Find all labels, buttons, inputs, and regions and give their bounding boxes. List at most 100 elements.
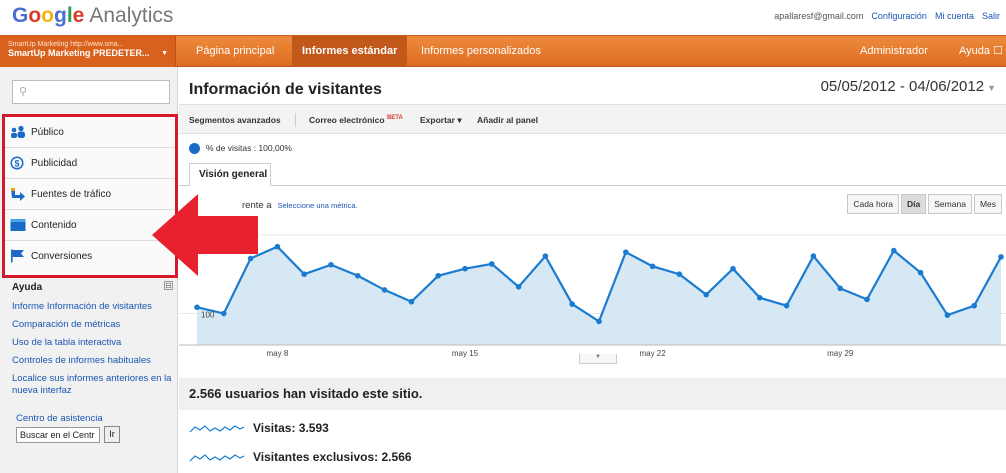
toolbar-divider (295, 113, 296, 127)
granularity-selector: Cada hora Día Semana Mes (845, 194, 1002, 214)
help-search-button[interactable]: Ir (104, 426, 120, 443)
sidebar-item-label: Público (31, 127, 64, 138)
data-point (542, 253, 549, 259)
sparkline-icon (189, 425, 245, 433)
data-point (944, 312, 951, 318)
help-heading: Ayuda (12, 282, 43, 293)
summary-text: 2.566 usuarios han visitado este sitio. (189, 386, 423, 401)
granularity-hourly-button[interactable]: Cada hora (847, 194, 900, 214)
tab-standard-reports[interactable]: Informes estándar (292, 36, 408, 67)
export-button[interactable]: Exportar ▾ (420, 115, 462, 126)
data-point (676, 271, 683, 277)
advanced-segments-button[interactable]: Segmentos avanzados (189, 115, 281, 125)
date-range-text: 05/05/2012 - 04/06/2012 (820, 78, 985, 95)
granularity-day-button[interactable]: Día (901, 194, 927, 214)
visits-line-chart: 200100may 8may 15may 22may 29 (179, 232, 1006, 358)
chart-area (197, 246, 1001, 345)
red-arrow-annotation (152, 194, 258, 276)
data-point (301, 271, 307, 277)
data-point (355, 272, 361, 279)
help-link-report-controls[interactable]: Controles de informes habituales (12, 355, 151, 367)
tab-divider (179, 185, 1006, 186)
tab-overview[interactable]: Visión general (189, 163, 271, 186)
data-point (864, 296, 870, 303)
pie-icon (189, 143, 200, 155)
data-point (408, 298, 415, 305)
tab-home[interactable]: Página principal (186, 36, 284, 67)
data-point (221, 310, 227, 317)
svg-text:$: $ (14, 158, 19, 168)
main-nav: SmartUp Marketing http://www.sma... Smar… (0, 35, 1006, 67)
admin-link[interactable]: Administrador (860, 36, 928, 67)
data-point (381, 287, 388, 293)
help-center-label[interactable]: Centro de asistencia (16, 413, 103, 424)
data-point (757, 295, 763, 301)
y-tick-label: 100 (201, 311, 215, 320)
data-point (837, 285, 843, 292)
segment-label: % de visitas : 100,00% (206, 143, 292, 153)
page-title: Información de visitantes (189, 81, 382, 98)
select-metric-link[interactable]: Seleccione una métrica. (278, 201, 358, 210)
chevron-down-icon: ▼ (161, 50, 168, 57)
data-point (274, 243, 281, 250)
chevron-down-icon: ▼ (987, 83, 996, 93)
account-selector[interactable]: SmartUp Marketing http://www.sma... Smar… (0, 36, 176, 67)
data-point (515, 283, 522, 290)
help-link-visitors-report[interactable]: Informe Información de visitantes (12, 301, 152, 313)
granularity-month-button[interactable]: Mes (973, 194, 1002, 214)
google-analytics-logo[interactable]: Google Analytics (12, 4, 173, 28)
collapse-toggle-icon[interactable]: ⊟ (164, 281, 173, 290)
audience-icon (11, 125, 25, 138)
data-point (569, 301, 575, 307)
analytics-app: Google Analytics apallaresf@gmail.com Con… (0, 0, 1006, 473)
help-link-interactive-table[interactable]: Uso de la tabla interactiva (12, 337, 121, 349)
data-point (596, 318, 602, 325)
data-point (810, 253, 817, 259)
help-link-old-reports[interactable]: Localice sus informes anteriores en la n… (12, 373, 172, 397)
sidebar-item-audience[interactable]: Público (5, 117, 175, 148)
sign-out-link[interactable]: Salir (982, 11, 1000, 21)
metric-unique-visitors[interactable]: Visitantes exclusivos: 2.566 (189, 450, 412, 464)
sidebar-item-label: Fuentes de tráfico (31, 189, 112, 200)
sidebar-item-label: Contenido (31, 220, 77, 231)
data-point (998, 254, 1004, 260)
tab-custom-reports[interactable]: Informes personalizados (411, 36, 551, 67)
x-tick-label: may 15 (452, 349, 479, 358)
report-content: Información de visitantes 05/05/2012 - 0… (179, 67, 1006, 473)
data-point (194, 304, 200, 311)
email-button[interactable]: Correo electrónico BETA (309, 115, 403, 125)
data-point (783, 302, 790, 309)
my-account-link[interactable]: Mi cuenta (935, 11, 974, 21)
add-to-dashboard-button[interactable]: Añadir al panel (477, 115, 538, 125)
help-link[interactable]: Ayuda ☐ (959, 36, 1003, 67)
account-url: SmartUp Marketing http://www.sma... (8, 41, 124, 48)
summary-bar: 2.566 usuarios han visitado este sitio. (179, 378, 1006, 410)
help-link-compare-metrics[interactable]: Comparación de métricas (12, 319, 120, 331)
x-tick-label: may 29 (827, 349, 854, 358)
help-search-input[interactable]: Buscar en el Centr (16, 427, 100, 443)
sparkline-icon (189, 454, 245, 462)
logo-product-text: Analytics (89, 4, 174, 27)
metric-visits[interactable]: Visitas: 3.593 (189, 421, 329, 435)
sidebar-item-advertising[interactable]: $ Publicidad (5, 148, 175, 179)
data-point (917, 269, 924, 276)
beta-badge: BETA (386, 115, 403, 122)
traffic-arrow-icon (11, 188, 25, 201)
search-icon: ⚲ (19, 86, 28, 98)
report-toolbar: Segmentos avanzados Correo electrónico B… (179, 104, 1006, 134)
data-point (891, 247, 897, 254)
x-tick-label: may 8 (267, 349, 289, 358)
settings-link[interactable]: Configuración (871, 11, 927, 21)
data-point (623, 249, 629, 255)
date-range-picker[interactable]: 05/05/2012 - 04/06/2012 ▼ (821, 78, 996, 95)
chart-expand-icon[interactable]: ▼ (579, 354, 617, 364)
data-point (730, 265, 736, 272)
metric-unique-visitors-label: Visitantes exclusivos: 2.566 (253, 450, 412, 464)
metric-visits-label: Visitas: 3.593 (253, 421, 329, 435)
data-point (328, 261, 334, 268)
user-email: apallaresf@gmail.com (774, 11, 864, 21)
data-point (971, 302, 977, 309)
data-point (649, 263, 656, 270)
granularity-week-button[interactable]: Semana (928, 194, 972, 214)
search-input[interactable]: ⚲ (12, 80, 170, 104)
